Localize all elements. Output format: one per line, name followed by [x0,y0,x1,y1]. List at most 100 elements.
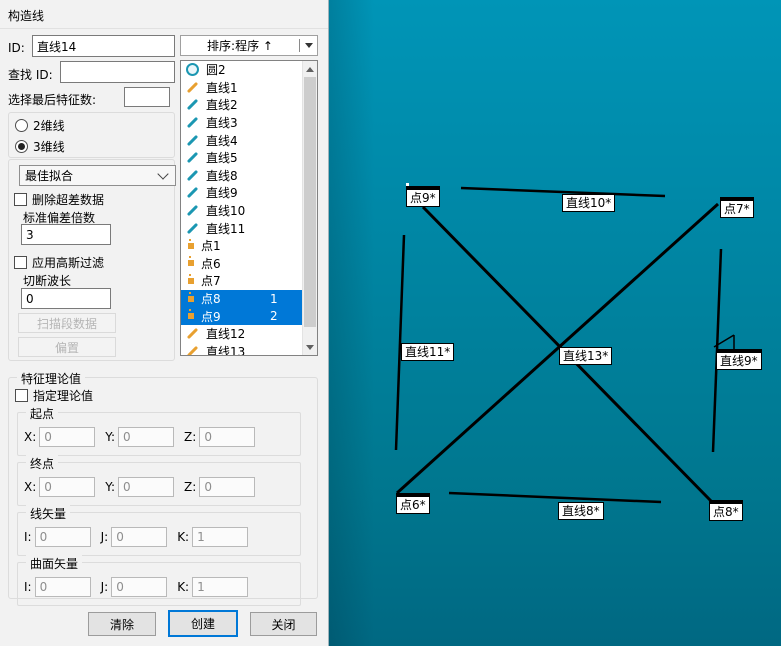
list-item[interactable]: 直线11 [181,219,302,237]
radio-2d-row[interactable]: 2维线 [15,117,174,134]
field-input [39,427,95,447]
radio-3d-row[interactable]: 3维线 [15,138,174,155]
line-icon [187,117,198,128]
theoretical-values-group: 特征理论值 指定理论值 起点X:Y:Z:终点X:Y:Z:线矢量I:J:K:曲面矢… [8,377,318,599]
list-item[interactable]: 直线12 [181,325,302,343]
clear-button[interactable]: 清除 [88,612,156,636]
list-item[interactable]: 直线13 [181,343,302,356]
list-item-label: 直线2 [206,96,268,113]
scroll-up-button[interactable] [303,61,317,77]
remove-outliers-label: 删除超差数据 [32,191,104,208]
feature-label[interactable]: 直线8* [558,502,604,520]
remove-outliers-row[interactable]: 删除超差数据 [14,191,104,208]
theoretical-values-legend: 特征理论值 [17,370,85,387]
feature-label[interactable]: 点8* [709,500,743,521]
scan-segment-button: 扫描段数据 [18,313,116,333]
radio-3d[interactable] [15,140,28,153]
point-icon [188,260,194,266]
field-input [192,577,248,597]
last-feature-label: 选择最后特征数: [8,91,96,108]
point-icon [188,243,194,249]
theo-field-row: X:Y:Z: [18,463,300,497]
list-item-label: 直线11 [206,220,268,237]
assign-theo-label: 指定理论值 [33,387,93,404]
theo-subgroup: 线矢量I:J:K: [17,512,301,556]
field-label: Y: [105,480,115,494]
list-item-label: 点9 [201,308,263,325]
scroll-track[interactable] [303,77,317,339]
list-item[interactable]: 直线2 [181,96,302,114]
list-item[interactable]: 点6 [181,255,302,273]
last-feature-input[interactable] [124,87,170,107]
field-input [199,427,255,447]
list-item[interactable]: 直线5 [181,149,302,167]
list-item[interactable]: 点92 [181,307,302,325]
id-label: ID: [8,41,25,55]
feature-label[interactable]: 直线9* [716,349,762,370]
feature-label[interactable]: 点9* [406,186,440,207]
graphics-viewport[interactable]: 点9* 直线10* 点7* 直线11* 直线13* 直线9* 点6* 直线8* 点8* [329,0,781,646]
gauss-filter-row[interactable]: 应用高斯过滤 [14,254,104,271]
list-item-label: 点7 [201,272,263,289]
feature-list[interactable]: 圆2直线1直线2直线3直线4直线5直线8直线9直线10直线11点1点6点7点81… [180,60,318,356]
fit-method-dropdown[interactable]: 最佳拟合 [19,165,176,186]
list-item-label: 点8 [201,290,263,307]
scroll-down-button[interactable] [303,339,317,355]
feature-label[interactable]: 点7* [720,197,754,218]
field-label: I: [24,530,32,544]
list-item[interactable]: 直线4 [181,131,302,149]
create-button[interactable]: 创建 [168,610,238,637]
field-input [118,427,174,447]
list-item-label: 直线8 [206,167,268,184]
list-item[interactable]: 点7 [181,272,302,290]
feature-label[interactable]: 点6* [396,493,430,514]
cutoff-label: 切断波长 [23,272,71,289]
list-item[interactable]: 直线10 [181,202,302,220]
list-item[interactable]: 直线1 [181,79,302,97]
sort-dropdown-button[interactable] [300,43,317,48]
list-scrollbar[interactable] [302,61,317,355]
radio-2d[interactable] [15,119,28,132]
gauss-filter-checkbox[interactable] [14,256,27,269]
radio-2d-label: 2维线 [33,117,65,134]
field-input [39,477,95,497]
scroll-thumb[interactable] [304,77,316,327]
list-item[interactable]: 点81 [181,290,302,308]
find-id-input[interactable] [60,61,175,83]
list-item-label: 直线10 [206,202,268,219]
line-icon [187,222,198,233]
list-item-label: 直线13 [206,343,268,355]
list-item[interactable]: 直线9 [181,184,302,202]
feature-label[interactable]: 直线13* [559,347,612,365]
id-input[interactable] [32,35,175,57]
list-item-label: 圆2 [206,61,268,78]
feature-label[interactable]: 直线11* [401,343,454,361]
dimension-group: 2维线 3维线 [8,112,175,158]
theo-field-row: X:Y:Z: [18,413,300,447]
point-icon [188,278,194,284]
list-item[interactable]: 直线8 [181,167,302,185]
list-item[interactable]: 直线3 [181,114,302,132]
line-8[interactable] [449,493,661,502]
field-label: Y: [105,430,115,444]
line-icon [187,135,198,146]
feature-list-rows: 圆2直线1直线2直线3直线4直线5直线8直线9直线10直线11点1点6点7点81… [181,61,302,355]
line-icon [187,205,198,216]
list-item[interactable]: 点1 [181,237,302,255]
field-label: K: [177,580,189,594]
assign-theo-checkbox[interactable] [15,389,28,402]
list-item[interactable]: 圆2 [181,61,302,79]
field-label: Z: [184,430,196,444]
remove-outliers-checkbox[interactable] [14,193,27,206]
chevron-down-icon [157,168,168,179]
std-dev-input[interactable] [21,224,111,245]
assign-theo-row[interactable]: 指定理论值 [15,387,93,404]
feature-label[interactable]: 直线10* [562,194,615,212]
stray-highlight-dot [406,183,409,186]
close-button[interactable]: 关闭 [250,612,317,636]
point-icon [188,296,194,302]
cutoff-input[interactable] [21,288,111,309]
fit-method-value: 最佳拟合 [25,167,159,184]
sort-header-button[interactable]: 排序:程序 ↑ [180,35,318,56]
theo-subgroups: 起点X:Y:Z:终点X:Y:Z:线矢量I:J:K:曲面矢量I:J:K: [17,412,301,606]
